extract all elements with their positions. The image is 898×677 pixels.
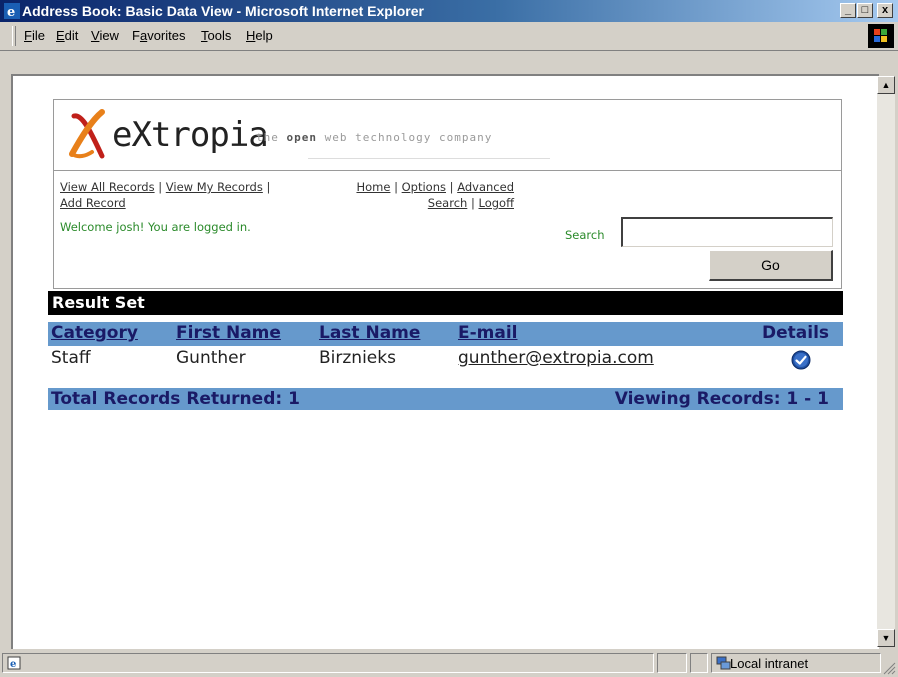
logo-area: eXtropia the open web technology company	[54, 100, 841, 171]
page-status-icon: e	[7, 656, 21, 670]
search-input[interactable]	[621, 217, 833, 247]
windows-logo-throbber	[868, 24, 894, 48]
site-header: eXtropia the open web technology company…	[53, 99, 842, 289]
menu-edit[interactable]: Edit	[56, 28, 78, 43]
welcome-message: Welcome josh! You are logged in.	[60, 220, 251, 234]
total-records-label: Total Records Returned: 1	[51, 389, 300, 409]
column-last-name-sort-link[interactable]: Last Name	[319, 323, 420, 343]
vertical-scrollbar[interactable]: ▲ ▼	[877, 76, 895, 647]
column-email-sort-link[interactable]: E-mail	[458, 323, 518, 343]
options-link[interactable]: Options	[402, 180, 446, 194]
status-panel-3	[690, 653, 708, 673]
status-main-panel: e	[2, 653, 654, 673]
view-all-records-link[interactable]: View All Records	[60, 180, 155, 194]
window-titlebar[interactable]: e Address Book: Basic Data View - Micros…	[0, 0, 898, 22]
logoff-link[interactable]: Logoff	[479, 196, 515, 210]
results-footer: Total Records Returned: 1 Viewing Record…	[48, 388, 843, 410]
column-category-sort-link[interactable]: Category	[51, 323, 138, 343]
scroll-down-arrow-icon[interactable]: ▼	[877, 629, 895, 647]
menu-favorites[interactable]: Favorites	[132, 28, 185, 43]
nav-left: View All Records | View My Records | Add…	[60, 180, 271, 210]
results-table-header: Category First Name Last Name E-mail Det…	[48, 322, 843, 346]
cell-category: Staff	[51, 348, 91, 368]
nav-mid: Home | Options | Advanced Search | Logof…	[356, 180, 515, 210]
extropia-logo-icon	[69, 109, 105, 159]
window-title: Address Book: Basic Data View - Microsof…	[22, 3, 424, 19]
status-bar: e Local intranet	[0, 651, 898, 677]
internet-explorer-icon: e	[4, 3, 20, 19]
maximize-button[interactable]: □	[857, 3, 873, 18]
menu-file[interactable]: File	[24, 28, 45, 43]
cell-first-name: Gunther	[176, 348, 246, 368]
menu-view[interactable]: View	[91, 28, 119, 43]
tagline-divider	[308, 158, 550, 159]
close-button[interactable]: x	[877, 3, 893, 18]
cell-last-name: Birznieks	[319, 348, 396, 368]
result-set-heading: Result Set	[48, 291, 843, 315]
menu-tools[interactable]: Tools	[201, 28, 231, 43]
scroll-up-arrow-icon[interactable]: ▲	[877, 76, 895, 94]
cell-email-link[interactable]: gunther@extropia.com	[458, 348, 654, 368]
resize-grip-icon[interactable]	[882, 661, 896, 675]
toolbar-grip[interactable]	[12, 26, 16, 46]
view-my-records-link[interactable]: View My Records	[166, 180, 263, 194]
status-panel-2	[657, 653, 687, 673]
minimize-button[interactable]: _	[840, 3, 856, 18]
add-record-link[interactable]: Add Record	[60, 196, 126, 210]
column-first-name-sort-link[interactable]: First Name	[176, 323, 281, 343]
viewing-records-label: Viewing Records: 1 - 1	[614, 389, 829, 409]
status-zone-label: Local intranet	[730, 656, 809, 671]
menu-help[interactable]: Help	[246, 28, 273, 43]
menu-bar: File Edit View Favorites Tools Help	[0, 22, 898, 51]
windows-flag-icon	[874, 29, 887, 42]
go-button[interactable]: Go	[709, 250, 833, 281]
svg-text:e: e	[10, 659, 16, 670]
search-label: Search	[565, 228, 605, 242]
logo-tagline: the open web technology company	[256, 131, 493, 144]
home-link[interactable]: Home	[356, 180, 390, 194]
details-checkmark-icon[interactable]	[791, 350, 811, 370]
column-details-header: Details	[762, 323, 830, 343]
logo-wordmark: eXtropia	[112, 115, 269, 155]
svg-text:e: e	[7, 5, 15, 19]
